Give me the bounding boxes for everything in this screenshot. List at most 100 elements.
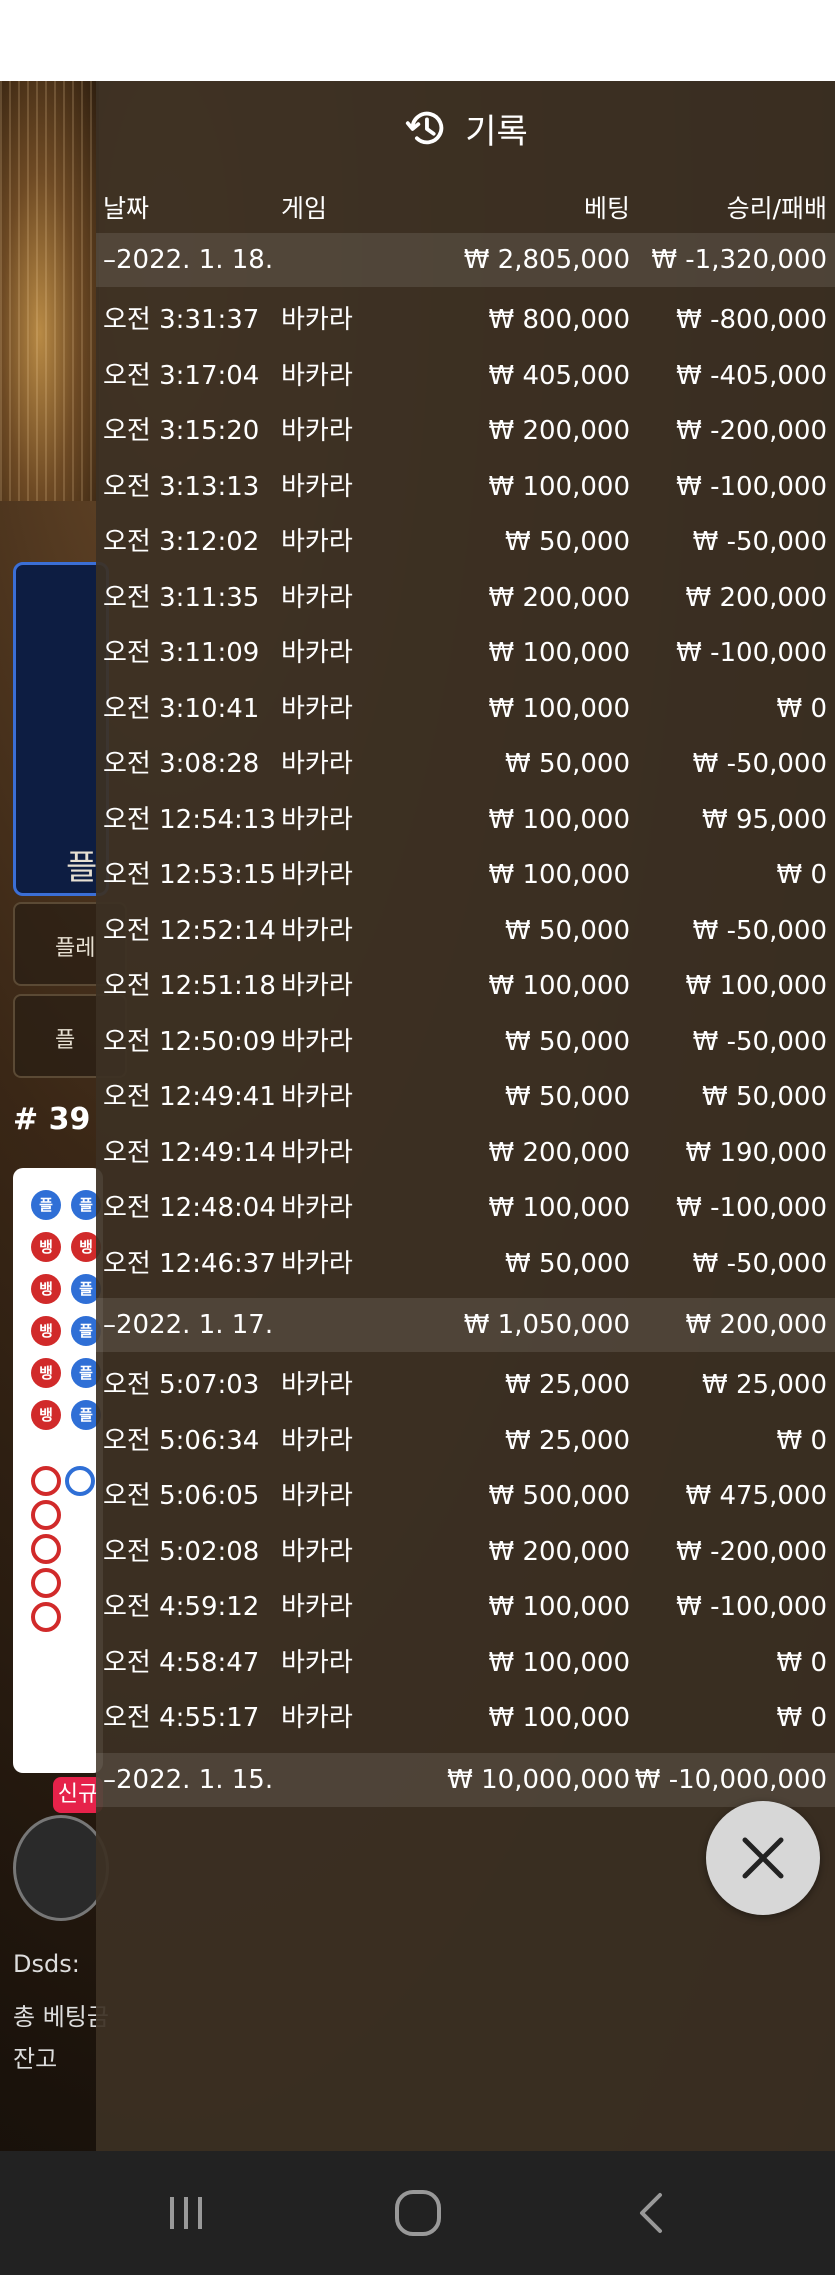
row-result: ₩ -405,000 bbox=[676, 360, 827, 391]
row-bet: ₩ 200,000 bbox=[488, 1536, 631, 1567]
balance-label: 잔고 bbox=[13, 2045, 58, 2073]
history-row[interactable]: 오전 3:08:28 바카라 ₩ 50,000 ₩ -50,000 bbox=[96, 737, 835, 792]
row-result: ₩ 25,000 bbox=[702, 1370, 827, 1400]
row-bet: ₩ 100,000 bbox=[488, 1647, 631, 1678]
history-row[interactable]: 오전 3:10:41 바카라 ₩ 100,000 ₩ 0 bbox=[96, 682, 835, 737]
history-row[interactable]: 오전 5:07:03 바카라 ₩ 25,000 ₩ 25,000 bbox=[96, 1358, 835, 1413]
user-name: Dsds: bbox=[13, 1950, 80, 1978]
row-bet: ₩ 500,000 bbox=[488, 1481, 631, 1511]
history-row[interactable]: 오전 3:11:09 바카라 ₩ 100,000 ₩ -100,000 bbox=[96, 626, 835, 681]
history-row[interactable]: 오전 12:49:14 바카라 ₩ 200,000 ₩ 190,000 bbox=[96, 1126, 835, 1181]
row-bet: ₩ 25,000 bbox=[505, 1370, 630, 1400]
history-row[interactable]: 오전 12:52:14 바카라 ₩ 50,000 ₩ -50,000 bbox=[96, 904, 835, 959]
row-result: ₩ -50,000 bbox=[692, 1026, 827, 1057]
row-game: 바카라 bbox=[281, 1481, 353, 1511]
group-date: –2022. 1. 17. bbox=[103, 1310, 274, 1340]
row-result: ₩ 475,000 bbox=[685, 1481, 828, 1511]
close-button[interactable] bbox=[706, 1801, 820, 1915]
row-result: ₩ 95,000 bbox=[702, 804, 827, 835]
home-icon bbox=[395, 2190, 441, 2236]
back-icon bbox=[640, 2193, 662, 2233]
row-bet: ₩ 50,000 bbox=[505, 527, 630, 557]
history-row[interactable]: 오전 12:50:09 바카라 ₩ 50,000 ₩ -50,000 bbox=[96, 1015, 835, 1070]
scoreboard-road: 플 플 뱅 뱅 뱅 플 뱅 플 뱅 플 뱅 플 bbox=[13, 1168, 103, 1773]
row-game: 바카라 bbox=[281, 638, 353, 668]
row-result: ₩ 50,000 bbox=[702, 1082, 827, 1112]
round-number: # 39 bbox=[13, 1102, 91, 1137]
row-time: 오전 4:58:47 bbox=[103, 1647, 260, 1678]
row-time: 오전 4:59:12 bbox=[103, 1592, 260, 1622]
row-time: 오전 12:54:13 bbox=[103, 804, 276, 835]
row-time: 오전 12:51:18 bbox=[103, 971, 276, 1001]
row-time: 오전 12:49:14 bbox=[103, 1137, 276, 1168]
panel-title: 기록 bbox=[465, 111, 528, 152]
recents-button[interactable] bbox=[154, 2181, 218, 2245]
row-time: 오전 3:13:13 bbox=[103, 471, 260, 502]
row-game: 바카라 bbox=[281, 360, 353, 391]
row-time: 오전 12:48:04 bbox=[103, 1193, 276, 1223]
row-result: ₩ 100,000 bbox=[685, 971, 828, 1001]
row-result: ₩ 200,000 bbox=[685, 582, 828, 613]
history-row[interactable]: 오전 3:13:13 바카라 ₩ 100,000 ₩ -100,000 bbox=[96, 460, 835, 515]
row-game: 바카라 bbox=[281, 1082, 353, 1112]
row-bet: ₩ 100,000 bbox=[488, 693, 631, 724]
row-game: 바카라 bbox=[281, 305, 353, 335]
row-result: ₩ 0 bbox=[776, 693, 827, 724]
history-row[interactable]: 오전 5:02:08 바카라 ₩ 200,000 ₩ -200,000 bbox=[96, 1525, 835, 1580]
row-time: 오전 3:11:09 bbox=[103, 638, 260, 668]
history-row[interactable]: 오전 3:12:02 바카라 ₩ 50,000 ₩ -50,000 bbox=[96, 515, 835, 570]
home-button[interactable] bbox=[386, 2181, 450, 2245]
group-bet-total: ₩ 1,050,000 bbox=[463, 1310, 630, 1340]
group-bet-total: ₩ 10,000,000 bbox=[447, 1764, 630, 1795]
row-time: 오전 5:02:08 bbox=[103, 1536, 260, 1567]
player-pair-label: 플레 bbox=[55, 936, 96, 961]
row-game: 바카라 bbox=[281, 1536, 353, 1567]
row-game: 바카라 bbox=[281, 582, 353, 613]
row-bet: ₩ 50,000 bbox=[505, 1248, 630, 1279]
history-row[interactable]: 오전 5:06:05 바카라 ₩ 500,000 ₩ 475,000 bbox=[96, 1469, 835, 1524]
row-result: ₩ -800,000 bbox=[676, 305, 827, 335]
row-time: 오전 3:10:41 bbox=[103, 693, 260, 724]
history-row[interactable]: 오전 3:11:35 바카라 ₩ 200,000 ₩ 200,000 bbox=[96, 571, 835, 626]
history-row[interactable]: 오전 12:53:15 바카라 ₩ 100,000 ₩ 0 bbox=[96, 848, 835, 903]
date-group-row[interactable]: –2022. 1. 18. ₩ 2,805,000 ₩ -1,320,000 bbox=[96, 233, 835, 287]
history-row[interactable]: 오전 4:59:12 바카라 ₩ 100,000 ₩ -100,000 bbox=[96, 1580, 835, 1635]
row-time: 오전 5:07:03 bbox=[103, 1370, 260, 1400]
history-row[interactable]: 오전 4:55:17 바카라 ₩ 100,000 ₩ 0 bbox=[96, 1691, 835, 1746]
back-button[interactable] bbox=[620, 2181, 684, 2245]
row-game: 바카라 bbox=[281, 749, 353, 779]
history-row[interactable]: 오전 5:06:34 바카라 ₩ 25,000 ₩ 0 bbox=[96, 1414, 835, 1469]
status-bar bbox=[0, 0, 835, 81]
total-bet-label: 총 베팅금 bbox=[13, 2003, 109, 2031]
row-time: 오전 3:31:37 bbox=[103, 305, 260, 335]
player-bet-label: 플 bbox=[66, 848, 98, 888]
date-group-row[interactable]: –2022. 1. 17. ₩ 1,050,000 ₩ 200,000 bbox=[96, 1298, 835, 1352]
row-time: 오전 3:15:20 bbox=[103, 416, 260, 446]
row-game: 바카라 bbox=[281, 1425, 353, 1456]
date-group-row[interactable]: –2022. 1. 15. ₩ 10,000,000 ₩ -10,000,000 bbox=[96, 1752, 835, 1807]
history-row[interactable]: 오전 4:58:47 바카라 ₩ 100,000 ₩ 0 bbox=[96, 1636, 835, 1691]
history-row[interactable]: 오전 3:17:04 바카라 ₩ 405,000 ₩ -405,000 bbox=[96, 349, 835, 404]
row-bet: ₩ 405,000 bbox=[488, 360, 631, 391]
group-result-total: ₩ -1,320,000 bbox=[651, 245, 827, 275]
recents-icon bbox=[170, 2197, 202, 2229]
row-game: 바카라 bbox=[281, 804, 353, 835]
row-time: 오전 3:17:04 bbox=[103, 360, 260, 391]
history-row[interactable]: 오전 12:51:18 바카라 ₩ 100,000 ₩ 100,000 bbox=[96, 959, 835, 1014]
history-row[interactable]: 오전 12:48:04 바카라 ₩ 100,000 ₩ -100,000 bbox=[96, 1181, 835, 1236]
row-time: 오전 12:52:14 bbox=[103, 915, 276, 946]
row-time: 오전 5:06:34 bbox=[103, 1425, 260, 1456]
history-row[interactable]: 오전 12:54:13 바카라 ₩ 100,000 ₩ 95,000 bbox=[96, 793, 835, 848]
chip-selector[interactable] bbox=[13, 1815, 109, 1921]
history-row[interactable]: 오전 3:31:37 바카라 ₩ 800,000 ₩ -800,000 bbox=[96, 293, 835, 348]
history-row[interactable]: 오전 12:49:41 바카라 ₩ 50,000 ₩ 50,000 bbox=[96, 1070, 835, 1125]
column-header-result: 승리/패배 bbox=[726, 194, 827, 223]
history-row[interactable]: 오전 3:15:20 바카라 ₩ 200,000 ₩ -200,000 bbox=[96, 404, 835, 459]
row-result: ₩ -100,000 bbox=[676, 1193, 827, 1223]
history-row[interactable]: 오전 12:46:37 바카라 ₩ 50,000 ₩ -50,000 bbox=[96, 1237, 835, 1292]
row-game: 바카라 bbox=[281, 915, 353, 946]
row-result: ₩ -50,000 bbox=[692, 915, 827, 946]
row-result: ₩ 0 bbox=[776, 860, 827, 890]
row-time: 오전 12:50:09 bbox=[103, 1026, 276, 1057]
row-time: 오전 12:49:41 bbox=[103, 1082, 276, 1112]
